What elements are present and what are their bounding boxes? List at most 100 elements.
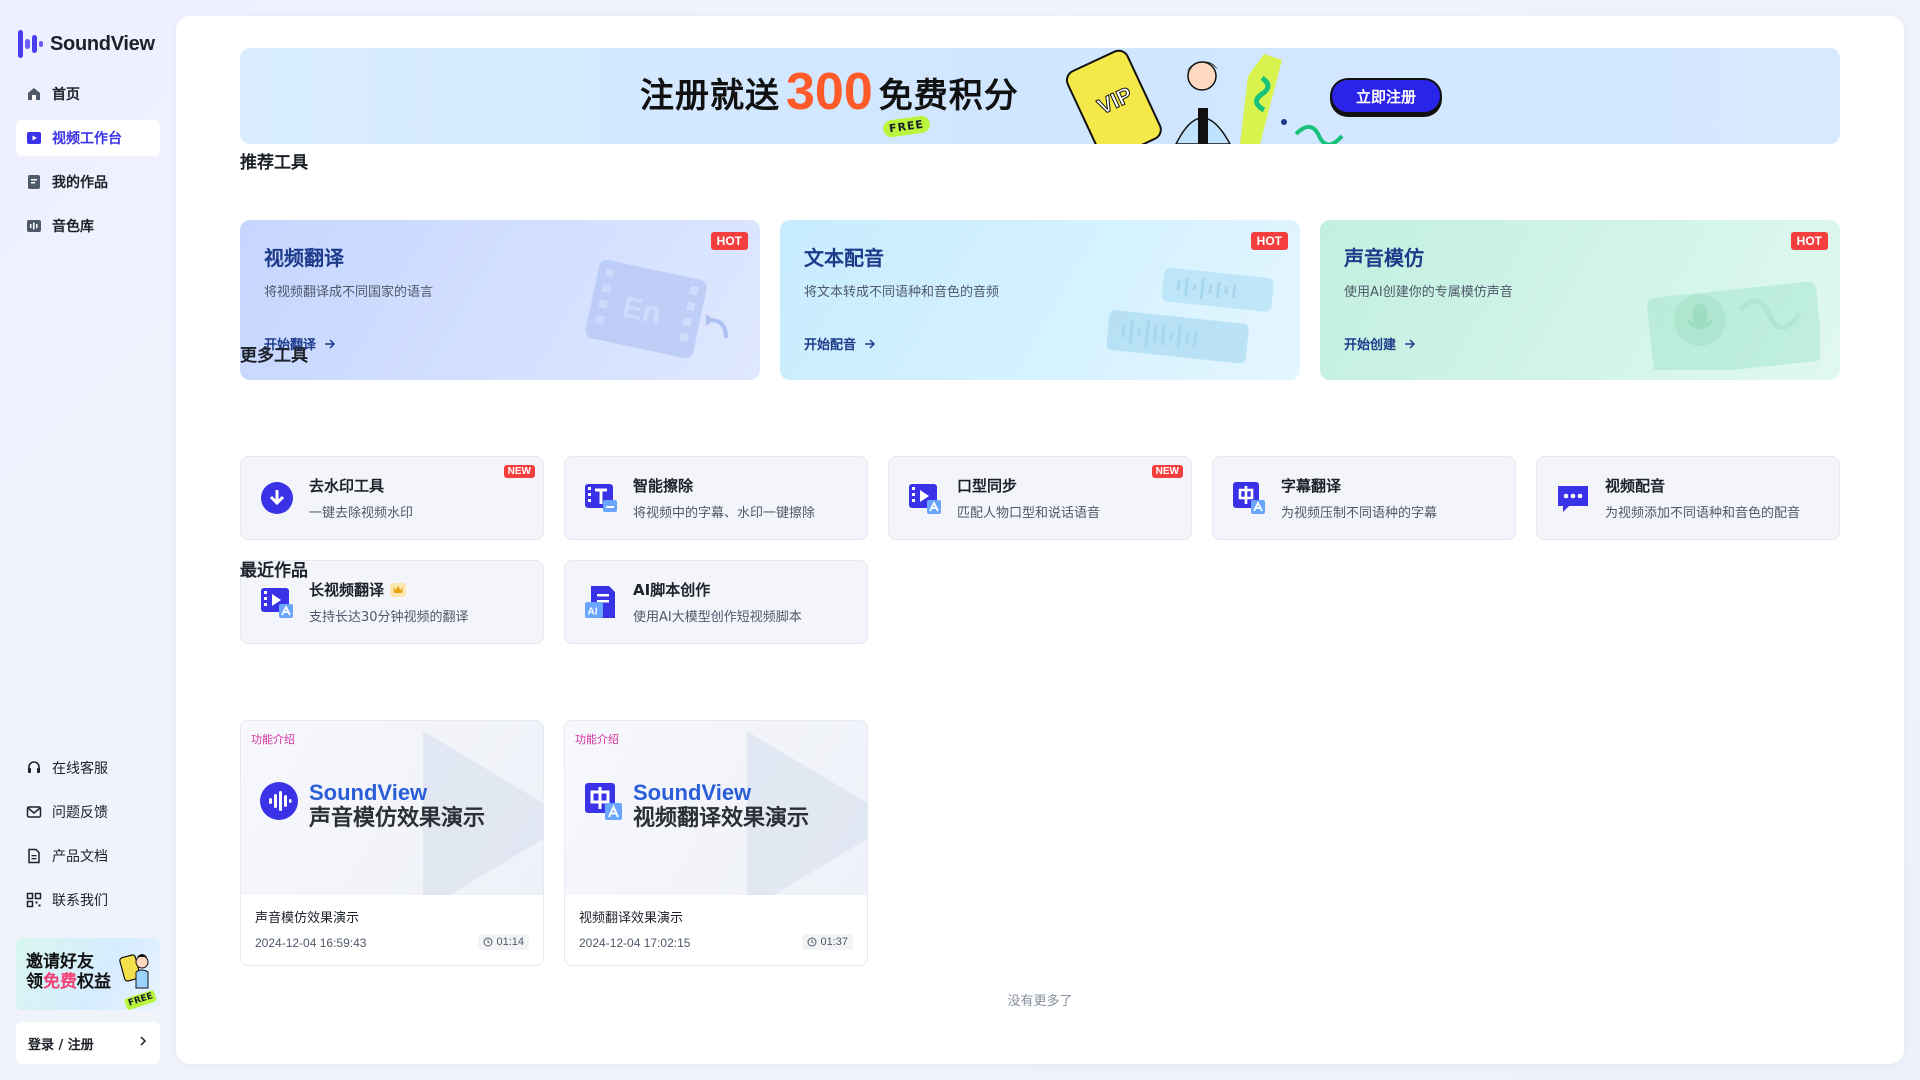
recommended-tools-heading: 推荐工具 [240, 153, 308, 173]
new-badge: NEW [503, 465, 535, 478]
banner-text-a: 注册就送 [634, 68, 782, 117]
work-info: 视频翻译效果演示 2024-12-04 17:02:15 01:37 [565, 895, 867, 962]
tool-name: 去水印工具 [309, 477, 385, 495]
crown-vip-icon [390, 582, 407, 597]
tool-name: AI脚本创作 [633, 581, 711, 599]
work-card[interactable]: 功能介绍 SoundView 声音模仿效果演示 声音模仿效果演示 2024-12… [240, 720, 544, 966]
tool-name: 视频配音 [1605, 477, 1666, 495]
login-register-button[interactable]: 登录 / 注册 [16, 1022, 160, 1064]
login-register-label: 登录 / 注册 [28, 1037, 94, 1053]
tool-card-watermark-remove[interactable]: NEW 去水印工具 一键去除视频水印 [240, 456, 544, 540]
work-thumbnail: 功能介绍 SoundView 视频翻译效果演示 [565, 721, 867, 895]
sidebar-item-label: 音色库 [52, 219, 94, 235]
works-icon [26, 174, 42, 190]
tool-card-video-dubbing[interactable]: 视频配音 为视频添加不同语种和音色的配音 [1536, 456, 1840, 540]
sidebar-item-feedback[interactable]: 问题反馈 [16, 794, 160, 830]
invite-friends-banner[interactable]: 邀请好友 领免费权益 FREE [16, 938, 160, 1010]
hot-badge: HOT [1250, 232, 1288, 250]
secondary-nav: 在线客服 问题反馈 产品文档 联系我们 [16, 750, 160, 926]
arrow-right-icon [1405, 338, 1416, 349]
sidebar-item-contact[interactable]: 联系我们 [16, 882, 160, 918]
work-title: 声音模仿效果演示 [255, 911, 360, 926]
sidebar-item-label: 首页 [52, 87, 80, 103]
featured-tools: HOT 视频翻译 将视频翻译成不同国家的语言 开始翻译 En HOT 文本配音 [240, 220, 1840, 380]
tool-desc: 匹配人物口型和说话语音 [957, 506, 1101, 521]
start-dubbing-link[interactable]: 开始配音 [804, 334, 876, 353]
sidebar-item-home[interactable]: 首页 [16, 76, 160, 112]
sidebar-item-support[interactable]: 在线客服 [16, 750, 160, 786]
work-thumbnail: 功能介绍 SoundView 声音模仿效果演示 [241, 721, 543, 895]
work-card[interactable]: 功能介绍 SoundView 视频翻译效果演示 视频翻译效果演示 2024-12… [564, 720, 868, 966]
tool-name: 口型同步 [957, 477, 1018, 495]
video-workbench-icon [26, 130, 42, 146]
invite-illustration-icon [119, 954, 149, 989]
microphone-icon [1647, 281, 1820, 370]
feature-card-voice-clone[interactable]: HOT 声音模仿 使用AI创建你的专属模仿声音 开始创建 [1320, 220, 1840, 380]
work-duration: 01:37 [802, 934, 853, 950]
sidebar-item-video-workbench[interactable]: 视频工作台 [16, 120, 160, 156]
thumb-caption: 声音模仿效果演示 [309, 806, 486, 831]
tool-desc: 使用AI大模型创作短视频脚本 [633, 610, 802, 625]
smart-erase-icon [585, 484, 617, 512]
sidebar-item-docs[interactable]: 产品文档 [16, 838, 160, 874]
sidebar-item-label: 问题反馈 [52, 805, 108, 821]
invite-line1: 邀请好友 [26, 952, 94, 972]
tool-name: 长视频翻译 [309, 579, 469, 600]
tool-card-subtitle-translate[interactable]: 字幕翻译 为视频压制不同语种的字幕 [1212, 456, 1516, 540]
thumb-brand: SoundView [633, 780, 752, 805]
more-tools-grid: NEW 去水印工具 一键去除视频水印 智能擦除 将视频中的字幕、水印一键擦除 N… [240, 456, 1840, 644]
banner-illustration: VIP [1065, 49, 1344, 144]
sidebar-item-label: 联系我们 [52, 893, 108, 909]
tool-name: 智能擦除 [633, 477, 694, 495]
sidebar-item-my-works[interactable]: 我的作品 [16, 164, 160, 200]
voice-library-icon [26, 218, 42, 234]
feature-card-text-dubbing[interactable]: HOT 文本配音 将文本转成不同语种和音色的音频 开始配音 [780, 220, 1300, 380]
promo-banner[interactable]: 注册就送 300 免费积分 FREE VIP 立即注册 [240, 48, 1840, 144]
mail-icon [26, 804, 42, 820]
banner-number: 300 [786, 63, 873, 121]
work-title: 视频翻译效果演示 [579, 911, 684, 926]
invite-line2: 领免费权益 [26, 972, 111, 992]
tool-card-ai-script[interactable]: AI AI脚本创作 使用AI大模型创作短视频脚本 [564, 560, 868, 644]
chevron-right-icon [138, 1035, 148, 1051]
work-tag: 功能介绍 [575, 733, 619, 746]
banner-headline: 注册就送 300 免费积分 FREE [634, 63, 1019, 138]
sidebar: SoundView 首页 视频工作台 我的作品 音色库 在线客服 问题反馈 产品… [0, 0, 176, 1080]
more-tools-heading: 更多工具 [240, 346, 308, 366]
work-duration: 01:14 [478, 934, 529, 950]
app-logo[interactable]: SoundView [18, 30, 155, 58]
video-dubbing-icon [1558, 486, 1588, 512]
invite-text: 邀请好友 领免费权益 [26, 952, 111, 992]
tool-name: 字幕翻译 [1281, 477, 1342, 495]
new-badge: NEW [1151, 465, 1183, 478]
translate-logo-icon [585, 783, 622, 820]
home-icon [26, 86, 42, 102]
logo-mark-icon [18, 30, 44, 58]
app-name: SoundView [50, 32, 155, 55]
main-panel: 注册就送 300 免费积分 FREE VIP 立即注册 推荐工具 HOT 视频翻… [176, 16, 1904, 1064]
tool-desc: 为视频压制不同语种的字幕 [1281, 506, 1438, 521]
sidebar-item-label: 视频工作台 [52, 131, 122, 147]
voice-wave-logo-icon [260, 782, 298, 820]
tool-desc: 一键去除视频水印 [309, 506, 414, 521]
tool-card-lip-sync[interactable]: NEW 口型同步 匹配人物口型和说话语音 [888, 456, 1192, 540]
start-create-link[interactable]: 开始创建 [1344, 334, 1416, 353]
sidebar-item-voice-library[interactable]: 音色库 [16, 208, 160, 244]
qr-code-icon [26, 892, 42, 908]
tool-desc: 支持长达30分钟视频的翻译 [309, 610, 469, 625]
arrow-right-icon [325, 338, 336, 349]
thumb-caption: 视频翻译效果演示 [633, 806, 810, 831]
ai-script-icon: AI [585, 586, 615, 618]
document-icon [26, 848, 42, 864]
recent-works-heading: 最近作品 [240, 561, 308, 581]
clock-icon [483, 937, 493, 947]
work-tag: 功能介绍 [251, 733, 295, 746]
feature-card-video-translate[interactable]: HOT 视频翻译 将视频翻译成不同国家的语言 开始翻译 En [240, 220, 760, 380]
arrow-right-icon [865, 338, 876, 349]
work-info: 声音模仿效果演示 2024-12-04 16:59:43 01:14 [241, 895, 543, 962]
register-now-button[interactable]: 立即注册 [1330, 78, 1442, 114]
tool-card-smart-erase[interactable]: 智能擦除 将视频中的字幕、水印一键擦除 [564, 456, 868, 540]
sidebar-item-label: 在线客服 [52, 761, 108, 777]
sidebar-item-label: 产品文档 [52, 849, 108, 865]
hot-badge: HOT [1790, 232, 1828, 250]
